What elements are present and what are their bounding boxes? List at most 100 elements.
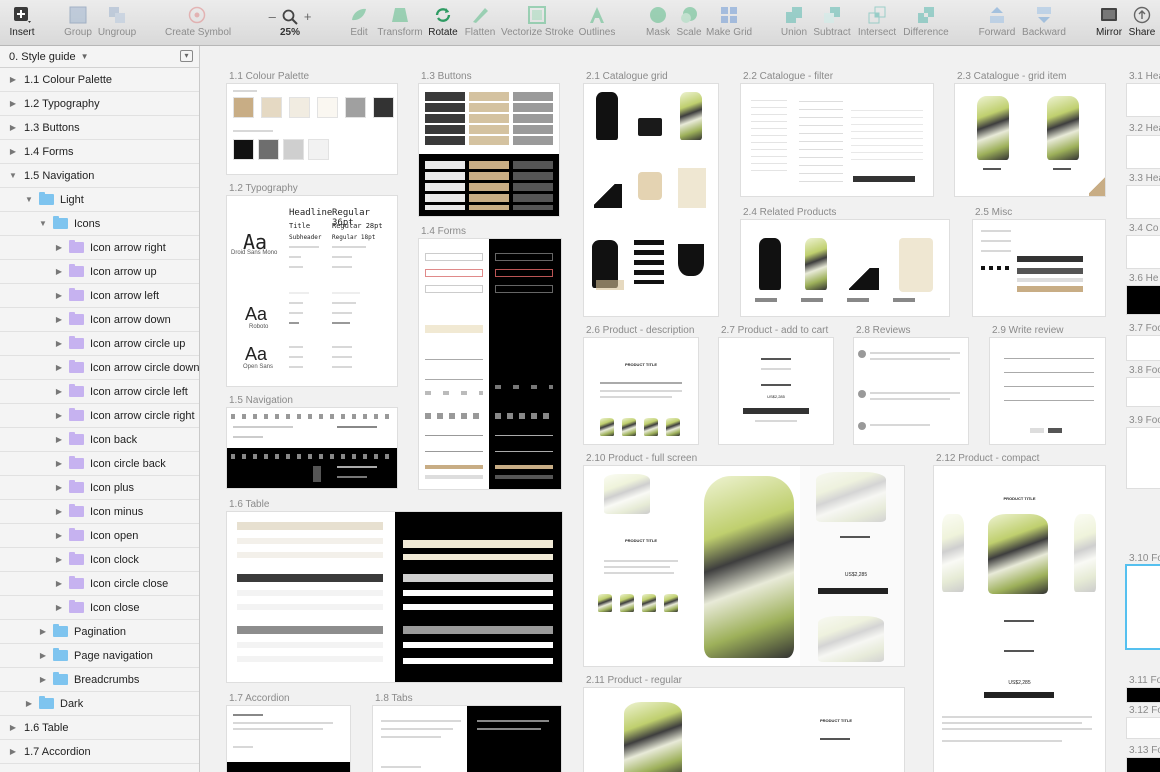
artboard-typography[interactable]: 1.2 Typography Aa Droid Sans Mono Headli…	[227, 183, 397, 386]
layer-row[interactable]: ▶ 1.1 Colour Palette	[0, 68, 199, 92]
edit-button[interactable]: Edit	[346, 6, 372, 38]
layer-row[interactable]: ▶ 1.7 Accordion	[0, 740, 199, 764]
artboard-column-3[interactable]: 3.13 Fo	[1127, 745, 1160, 772]
layer-row[interactable]: ▶ Icon arrow up	[0, 260, 199, 284]
group-button[interactable]: Group	[63, 6, 93, 38]
page-selector[interactable]: 0. Style guide ▼ ▾	[0, 46, 199, 68]
layer-row[interactable]: ▶ Icon arrow right	[0, 236, 199, 260]
flatten-button[interactable]: Flatten	[463, 6, 497, 38]
artboard-column-3[interactable]: 3.6 He	[1127, 273, 1160, 314]
outlines-button[interactable]: Outlines	[578, 6, 616, 38]
artboard-related-products[interactable]: 2.4 Related Products	[741, 207, 949, 316]
disclosure-closed-icon[interactable]: ▶	[54, 603, 64, 612]
layer-row[interactable]: ▶ Pagination	[0, 620, 199, 644]
layer-row[interactable]: ▶ Icon open	[0, 524, 199, 548]
artboard-column-3[interactable]: 3.1 Hea	[1127, 71, 1160, 116]
layer-row[interactable]: ▶ Icon arrow down	[0, 308, 199, 332]
layer-row[interactable]: ▶ 1.4 Forms	[0, 140, 199, 164]
artboard-column-3[interactable]: 3.9 Foo	[1127, 415, 1160, 488]
artboard-product-compact[interactable]: 2.12 Product - compact PRODUCT TITLE US$…	[934, 453, 1105, 772]
artboard-table[interactable]: 1.6 Table	[227, 499, 562, 682]
layer-row[interactable]: ▶ Icon arrow circle up	[0, 332, 199, 356]
mirror-button[interactable]: Mirror	[1094, 6, 1124, 38]
disclosure-closed-icon[interactable]: ▶	[24, 699, 34, 708]
layer-row[interactable]: ▶ Page navigation	[0, 644, 199, 668]
layer-row[interactable]: ▼ Icons	[0, 212, 199, 236]
collapse-icon[interactable]: ▾	[180, 50, 193, 62]
artboard-column-3[interactable]: 3.4 Co	[1127, 223, 1160, 268]
layer-row[interactable]: ▶ Icon arrow circle right	[0, 404, 199, 428]
color-swatch[interactable]	[233, 97, 254, 118]
mask-button[interactable]: Mask	[644, 6, 672, 38]
layer-row[interactable]: ▶ Icon arrow left	[0, 284, 199, 308]
artboard-reviews[interactable]: 2.8 Reviews	[854, 325, 968, 444]
artboard-navigation[interactable]: 1.5 Navigation	[227, 395, 397, 488]
layer-row[interactable]: ▶ Dark	[0, 692, 199, 716]
transform-button[interactable]: Transform	[377, 6, 423, 38]
artboard-catalogue-filter[interactable]: 2.2 Catalogue - filter	[741, 71, 933, 196]
artboard-forms[interactable]: 1.4 Forms	[419, 226, 561, 489]
disclosure-closed-icon[interactable]: ▶	[54, 291, 64, 300]
layer-row[interactable]: ▶ Icon close	[0, 596, 199, 620]
artboard-column-3[interactable]: 3.11 Fo	[1127, 675, 1160, 702]
disclosure-closed-icon[interactable]: ▶	[8, 747, 18, 756]
disclosure-closed-icon[interactable]: ▶	[54, 339, 64, 348]
disclosure-closed-icon[interactable]: ▶	[54, 267, 64, 276]
zoom-out-button[interactable]: –	[269, 9, 276, 24]
layer-row[interactable]: ▶ Icon plus	[0, 476, 199, 500]
intersect-button[interactable]: Intersect	[856, 6, 898, 38]
artboard-catalogue-grid-item[interactable]: 2.3 Catalogue - grid item	[955, 71, 1105, 196]
rotate-button[interactable]: Rotate	[427, 6, 459, 38]
disclosure-closed-icon[interactable]: ▶	[54, 387, 64, 396]
artboard-column-3[interactable]: 3.2 Hea	[1127, 123, 1160, 168]
disclosure-closed-icon[interactable]: ▶	[8, 123, 18, 132]
share-button[interactable]: Share	[1128, 6, 1156, 38]
color-swatch[interactable]	[233, 139, 254, 160]
disclosure-closed-icon[interactable]: ▶	[54, 315, 64, 324]
layer-row[interactable]: ▶ Icon arrow circle left	[0, 380, 199, 404]
canvas[interactable]: 1.1 Colour Palette 1.2 Typography Aa Dro…	[200, 46, 1160, 772]
disclosure-closed-icon[interactable]: ▶	[8, 99, 18, 108]
layer-row[interactable]: ▶ Icon circle close	[0, 572, 199, 596]
vectorize-stroke-button[interactable]: Vectorize Stroke	[501, 6, 574, 38]
disclosure-closed-icon[interactable]: ▶	[54, 459, 64, 468]
subtract-button[interactable]: Subtract	[812, 6, 852, 38]
union-button[interactable]: Union	[780, 6, 808, 38]
artboard-column-3[interactable]: 3.12 Fo	[1127, 705, 1160, 738]
artboard-buttons[interactable]: 1.3 Buttons	[419, 71, 559, 216]
layer-row[interactable]: ▶ Icon minus	[0, 500, 199, 524]
artboard-misc[interactable]: 2.5 Misc	[973, 207, 1105, 316]
layer-row[interactable]: ▼ Light	[0, 188, 199, 212]
layer-row[interactable]: ▶ 1.6 Table	[0, 716, 199, 740]
disclosure-closed-icon[interactable]: ▶	[54, 435, 64, 444]
disclosure-closed-icon[interactable]: ▶	[54, 483, 64, 492]
color-swatch[interactable]	[345, 97, 366, 118]
make-grid-button[interactable]: Make Grid	[706, 6, 752, 38]
artboard-accordion[interactable]: 1.7 Accordion	[227, 693, 350, 772]
disclosure-closed-icon[interactable]: ▶	[54, 411, 64, 420]
disclosure-closed-icon[interactable]: ▶	[38, 675, 48, 684]
color-swatch[interactable]	[373, 97, 394, 118]
backward-button[interactable]: Backward	[1020, 6, 1068, 38]
color-swatch[interactable]	[289, 97, 310, 118]
artboard-product-description[interactable]: 2.6 Product - description PRODUCT TITLE	[584, 325, 698, 444]
difference-button[interactable]: Difference	[902, 6, 950, 38]
color-swatch[interactable]	[258, 139, 279, 160]
color-swatch[interactable]	[283, 139, 304, 160]
disclosure-closed-icon[interactable]: ▶	[8, 147, 18, 156]
disclosure-open-icon[interactable]: ▼	[8, 171, 18, 180]
disclosure-closed-icon[interactable]: ▶	[54, 507, 64, 516]
disclosure-closed-icon[interactable]: ▶	[8, 723, 18, 732]
create-symbol-button[interactable]: Create Symbol	[165, 6, 231, 38]
layer-row[interactable]: ▼ 1.5 Navigation	[0, 164, 199, 188]
artboard-column-3[interactable]: 3.3 Hea	[1127, 173, 1160, 218]
disclosure-closed-icon[interactable]: ▶	[38, 627, 48, 636]
disclosure-closed-icon[interactable]: ▶	[8, 75, 18, 84]
scale-button[interactable]: Scale	[676, 6, 702, 38]
zoom-in-button[interactable]: +	[304, 9, 312, 24]
artboard-column-3[interactable]: 3.10 Fo	[1127, 553, 1160, 648]
ungroup-button[interactable]: Ungroup	[97, 6, 137, 38]
artboard-column-3[interactable]: 3.8 Foo	[1127, 365, 1160, 406]
insert-button[interactable]: Insert	[6, 6, 38, 38]
artboard-product-regular[interactable]: 2.11 Product - regular PRODUCT TITLE	[584, 675, 904, 772]
